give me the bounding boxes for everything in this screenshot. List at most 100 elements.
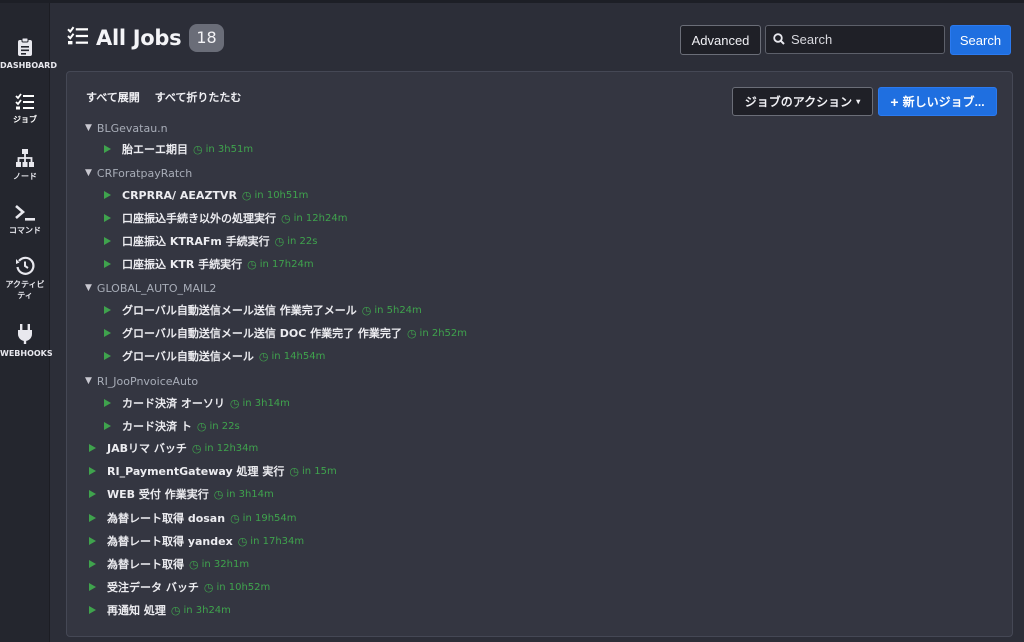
job-name-link[interactable]: カード決済 オーソリ (122, 395, 225, 411)
job-name-link[interactable]: カード決済 ト (122, 418, 192, 434)
play-icon[interactable] (89, 537, 96, 545)
job-name-link[interactable]: 口座振込 KTRAFm 手続実行 (122, 233, 270, 249)
job-row[interactable]: 胎エーエ期目 ◷ in 3h51m (104, 139, 253, 159)
schedule-text: in 3h14m (226, 488, 274, 500)
job-name-link[interactable]: グローバル自動送信メール (122, 348, 254, 364)
job-row[interactable]: 為替レート取得 yandex ◷ in 17h34m (89, 531, 304, 551)
job-name-link[interactable]: WEB 受付 作業実行 (107, 486, 209, 502)
advanced-button[interactable]: Advanced (680, 25, 761, 55)
play-icon[interactable] (89, 606, 96, 614)
clock-icon: ◷ (274, 234, 285, 248)
job-schedule: ◷ in 2h52m (407, 327, 467, 340)
sidebar-item-activity[interactable]: アクティビティ (0, 256, 50, 301)
caret-down-icon[interactable]: ▼ (85, 376, 92, 386)
job-name-link[interactable]: 為替レート取得 (107, 556, 184, 572)
job-group-name[interactable]: GLOBAL_AUTO_MAIL2 (97, 282, 216, 295)
job-row[interactable]: グローバル自動送信メール送信 DOC 作業完了 作業完了 ◷ in 2h52m (104, 323, 467, 343)
job-row[interactable]: 為替レート取得 ◷ in 32h1m (89, 554, 249, 574)
job-schedule: ◷ in 32h1m (189, 558, 249, 571)
job-schedule: ◷ in 12h24m (281, 212, 347, 225)
play-icon[interactable] (104, 399, 111, 407)
sidebar-item-label: DASHBOARD (0, 61, 57, 70)
job-group-row[interactable]: ▼ GLOBAL_AUTO_MAIL2 (85, 278, 216, 298)
job-schedule: ◷ in 12h34m (192, 442, 258, 455)
expand-all-link[interactable]: すべて展開 (86, 91, 140, 104)
caret-down-icon[interactable]: ▼ (85, 168, 92, 178)
job-name-link[interactable]: 為替レート取得 yandex (107, 533, 233, 549)
job-row[interactable]: 口座振込手続き以外の処理実行 ◷ in 12h24m (104, 208, 347, 228)
job-group-row[interactable]: ▼ CRForatpayRatch (85, 163, 192, 183)
job-row[interactable]: JABリマ バッチ ◷ in 12h34m (89, 438, 258, 458)
play-icon[interactable] (89, 560, 96, 568)
play-icon[interactable] (104, 260, 111, 268)
sidebar-item-commands[interactable]: コマンド (0, 204, 50, 236)
search-field[interactable] (765, 25, 945, 54)
job-row[interactable]: グローバル自動送信メール送信 作業完了メール ◷ in 5h24m (104, 300, 422, 320)
job-group-name[interactable]: BLGevatau.n (97, 122, 168, 135)
play-icon[interactable] (89, 514, 96, 522)
caret-down-icon[interactable]: ▼ (85, 123, 92, 133)
job-row[interactable]: 再通知 処理 ◷ in 3h24m (89, 600, 231, 620)
job-group-row[interactable]: ▼ BLGevatau.n (85, 118, 168, 138)
play-icon[interactable] (104, 237, 111, 245)
play-icon[interactable] (89, 490, 96, 498)
schedule-text: in 17h34m (250, 535, 305, 547)
job-row[interactable]: 受注データ バッチ ◷ in 10h52m (89, 577, 270, 597)
sidebar-item-label: アクティビティ (5, 280, 45, 300)
job-row[interactable]: カード決済 ト ◷ in 22s (104, 416, 240, 436)
play-icon[interactable] (89, 583, 96, 591)
search-input[interactable] (791, 32, 931, 47)
sidebar-item-webhooks[interactable]: WEBHOOKS (0, 323, 53, 359)
sitemap-icon (0, 148, 50, 168)
play-icon[interactable] (89, 444, 96, 452)
job-row[interactable]: 口座振込 KTRAFm 手続実行 ◷ in 22s (104, 231, 318, 251)
sidebar-item-jobs[interactable]: ジョブ (0, 93, 50, 125)
play-icon[interactable] (104, 214, 111, 222)
job-group-name[interactable]: CRForatpayRatch (97, 167, 192, 180)
job-name-link[interactable]: グローバル自動送信メール送信 作業完了メール (122, 302, 357, 318)
job-name-link[interactable]: 受注データ バッチ (107, 579, 199, 595)
play-icon[interactable] (104, 145, 111, 153)
play-icon[interactable] (104, 329, 111, 337)
job-row[interactable]: CRPRRA/ AEAZTVR ◷ in 10h51m (104, 185, 308, 205)
job-name-link[interactable]: CRPRRA/ AEAZTVR (122, 189, 237, 202)
job-row[interactable]: 口座振込 KTR 手続実行 ◷ in 17h24m (104, 254, 314, 274)
job-name-link[interactable]: JABリマ バッチ (107, 440, 187, 456)
sidebar-item-dashboard[interactable]: DASHBOARD (0, 37, 57, 71)
clock-icon: ◷ (193, 142, 203, 156)
job-name-link[interactable]: 口座振込手続き以外の処理実行 (122, 210, 276, 226)
search-button[interactable]: Search (950, 25, 1011, 55)
schedule-text: in 32h1m (201, 558, 250, 570)
job-group-name[interactable]: RI_JooPnvoiceAuto (97, 375, 198, 388)
play-icon[interactable] (104, 422, 111, 430)
play-icon[interactable] (104, 306, 111, 314)
job-name-link[interactable]: 為替レート取得 dosan (107, 510, 225, 526)
collapse-all-link[interactable]: すべて折りたたむ (155, 91, 242, 104)
job-row[interactable]: RI_PaymentGateway 処理 実行 ◷ in 15m (89, 461, 337, 481)
play-icon[interactable] (104, 352, 111, 360)
clock-icon: ◷ (213, 487, 224, 501)
job-schedule: ◷ in 22s (197, 420, 240, 433)
checklist-icon (66, 26, 90, 50)
job-actions-dropdown[interactable]: ジョブのアクション ▾ (732, 87, 873, 116)
top-border (0, 0, 1024, 3)
job-name-link[interactable]: 口座振込 KTR 手続実行 (122, 256, 242, 272)
job-row[interactable]: グローバル自動送信メール ◷ in 14h54m (104, 346, 325, 366)
job-name-link[interactable]: RI_PaymentGateway 処理 実行 (107, 463, 284, 479)
caret-down-icon[interactable]: ▼ (85, 283, 92, 293)
job-row[interactable]: カード決済 オーソリ ◷ in 3h14m (104, 393, 290, 413)
job-name-link[interactable]: グローバル自動送信メール送信 DOC 作業完了 作業完了 (122, 325, 402, 341)
job-name-link[interactable]: 胎エーエ期目 (122, 141, 188, 157)
play-icon[interactable] (104, 191, 111, 199)
sidebar-item-label: WEBHOOKS (0, 349, 53, 358)
sidebar-item-nodes[interactable]: ノード (0, 148, 50, 182)
job-row[interactable]: 為替レート取得 dosan ◷ in 19h54m (89, 508, 297, 528)
clipboard-icon (0, 37, 50, 57)
job-schedule: ◷ in 10h52m (204, 581, 270, 594)
job-schedule: ◷ in 15m (289, 465, 336, 478)
new-job-button[interactable]: + 新しいジョブ... (878, 87, 997, 116)
job-name-link[interactable]: 再通知 処理 (107, 602, 166, 618)
job-group-row[interactable]: ▼ RI_JooPnvoiceAuto (85, 371, 198, 391)
job-row[interactable]: WEB 受付 作業実行 ◷ in 3h14m (89, 484, 274, 504)
play-icon[interactable] (89, 467, 96, 475)
